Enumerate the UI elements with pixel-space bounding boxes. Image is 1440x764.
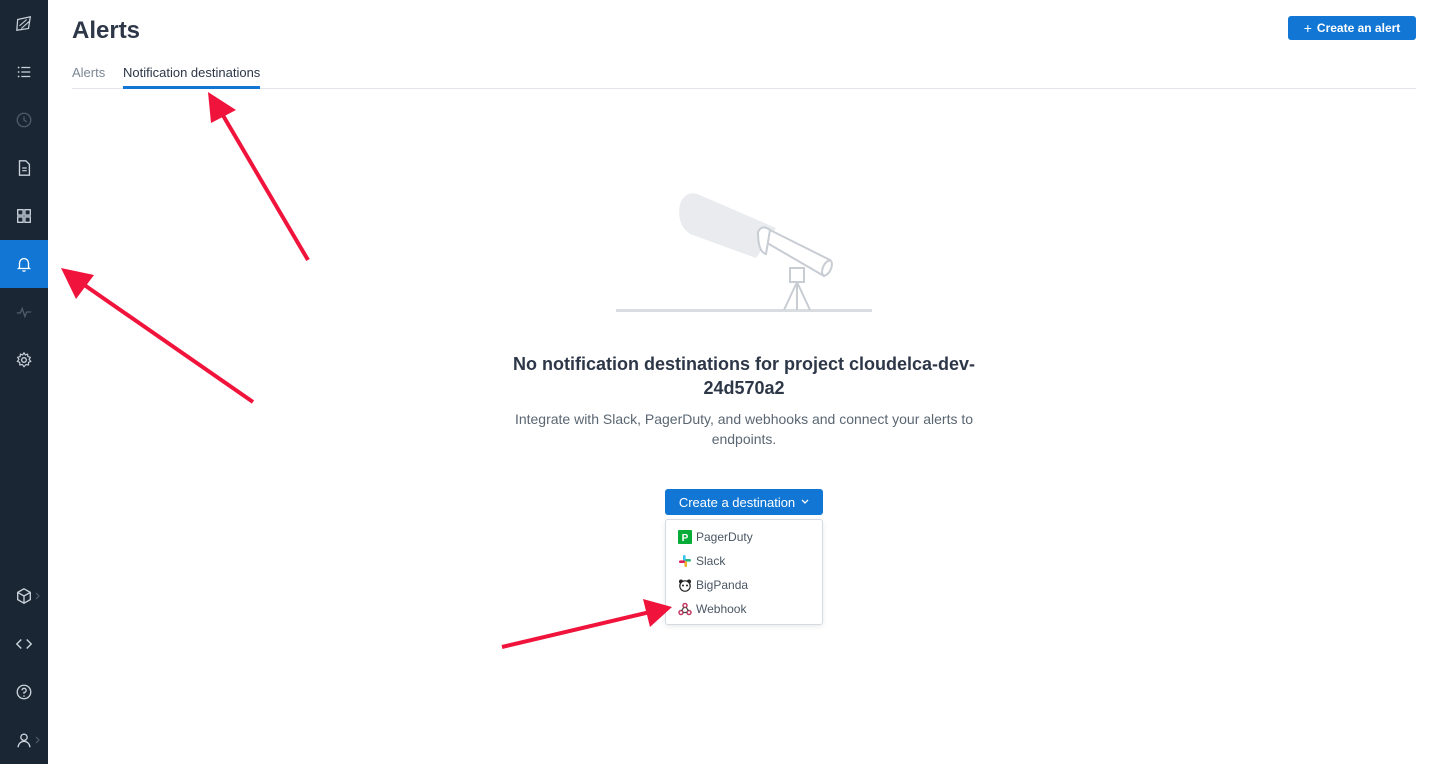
logo-icon [16,15,32,32]
bigpanda-icon [678,578,692,592]
page-title: Alerts [72,17,141,44]
chevron-right-icon [35,592,40,600]
code-icon [15,638,33,650]
sidebar-item-help[interactable] [0,668,48,716]
menu-item-label: Webhook [696,602,747,616]
create-alert-label: Create an alert [1316,21,1401,35]
menu-item-label: BigPanda [696,578,749,592]
menu-item-webhook[interactable]: Webhook [666,597,822,621]
telescope-illustration [616,193,872,312]
create-destination-label: Create a destination [678,494,796,510]
document-icon [18,160,31,176]
gear-icon [16,351,32,368]
sidebar [0,0,48,764]
tab-bar: Alerts Notification destinations [72,57,1416,89]
chevron-right-icon [35,736,40,744]
pulse-icon [16,306,32,319]
main-content: Alerts + Create an alert Alerts Notifica… [48,0,1440,764]
create-destination-button[interactable]: Create a destination [665,489,823,515]
sidebar-item-packages[interactable] [0,572,48,620]
menu-item-pagerduty[interactable]: P PagerDuty [666,525,822,549]
pagerduty-icon: P [678,530,692,544]
package-icon [17,588,31,604]
sidebar-item-documents[interactable] [0,144,48,192]
sidebar-item-alerts[interactable] [0,240,48,288]
slack-icon [678,554,692,568]
menu-item-slack[interactable]: Slack [666,549,822,573]
destination-dropdown-menu: P PagerDuty Slack BigPanda Webhook [665,519,823,625]
empty-state-description: Integrate with Slack, PagerDuty, and web… [514,411,974,447]
sidebar-item-api[interactable] [0,620,48,668]
bell-icon [16,257,32,272]
sidebar-item-dashboards[interactable] [0,192,48,240]
sidebar-item-account[interactable] [0,716,48,764]
tab-alerts[interactable]: Alerts [72,65,105,89]
tab-notification-destinations[interactable]: Notification destinations [123,65,261,89]
sidebar-item-monitoring[interactable] [0,288,48,336]
sidebar-item-list[interactable] [0,48,48,96]
sidebar-item-history[interactable] [0,96,48,144]
help-icon [16,684,32,700]
clock-icon [16,112,32,128]
create-alert-button[interactable]: + Create an alert [1288,16,1416,40]
plus-icon: + [1303,20,1312,36]
list-icon [17,66,31,78]
empty-state-title: No notification destinations for project… [512,354,976,398]
logo[interactable] [0,0,48,48]
menu-item-label: PagerDuty [696,530,753,544]
grid-icon [17,209,31,223]
svg-text:P: P [682,533,689,544]
webhook-icon [678,602,692,616]
menu-item-bigpanda[interactable]: BigPanda [666,573,822,597]
menu-item-label: Slack [696,554,726,568]
user-icon [17,733,31,748]
chevron-down-icon [801,499,809,504]
sidebar-item-settings[interactable] [0,336,48,384]
